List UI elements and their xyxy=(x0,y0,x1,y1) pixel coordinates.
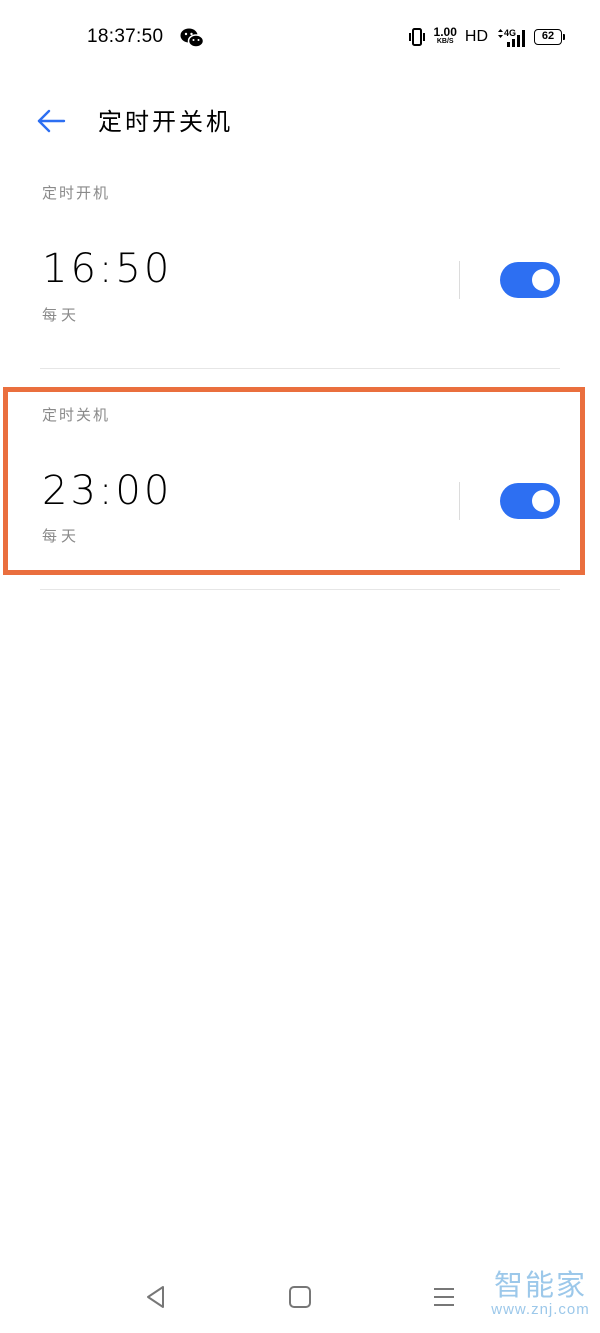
network-speed: 1.00 KB/S xyxy=(433,25,457,46)
back-arrow-button[interactable] xyxy=(34,104,68,138)
power-on-time[interactable]: 16:50 xyxy=(42,246,172,292)
status-icons: 1.00 KB/S HD 4G 62 xyxy=(408,24,565,50)
wechat-icon xyxy=(180,28,204,48)
section-divider xyxy=(40,589,560,590)
nav-home-icon[interactable] xyxy=(289,1286,311,1308)
section-divider xyxy=(40,368,560,369)
watermark: 智能家 www.znj.com xyxy=(488,1268,593,1318)
nav-menu-icon[interactable] xyxy=(432,1286,456,1308)
signal-4g-icon: 4G xyxy=(498,28,525,47)
vibrate-icon xyxy=(408,28,425,46)
nav-back-icon[interactable] xyxy=(143,1284,169,1310)
battery-indicator: 62 xyxy=(534,29,565,45)
network-speed-unit: KB/S xyxy=(436,38,454,45)
screen: 18:37:50 1.00 KB/S HD 4G 62 定时开关机 定时开机 1… xyxy=(0,0,600,1333)
power-on-section-label: 定时开机 xyxy=(42,184,111,202)
network-type: 4G xyxy=(504,28,516,38)
power-on-toggle[interactable] xyxy=(500,262,560,298)
watermark-main: 智能家 xyxy=(493,1268,587,1302)
power-on-repeat[interactable]: 每天 xyxy=(42,304,80,325)
power-on-divider xyxy=(459,261,460,299)
power-on-toggle-knob xyxy=(532,269,554,291)
status-bar: 18:37:50 1.00 KB/S HD 4G 62 xyxy=(0,0,600,78)
hd-indicator: HD xyxy=(464,28,488,45)
network-speed-value: 1.00 xyxy=(433,25,457,39)
page-title: 定时开关机 xyxy=(98,108,233,136)
highlight-box xyxy=(3,387,585,575)
watermark-url: www.znj.com xyxy=(491,1301,590,1318)
status-time: 18:37:50 xyxy=(87,26,164,47)
